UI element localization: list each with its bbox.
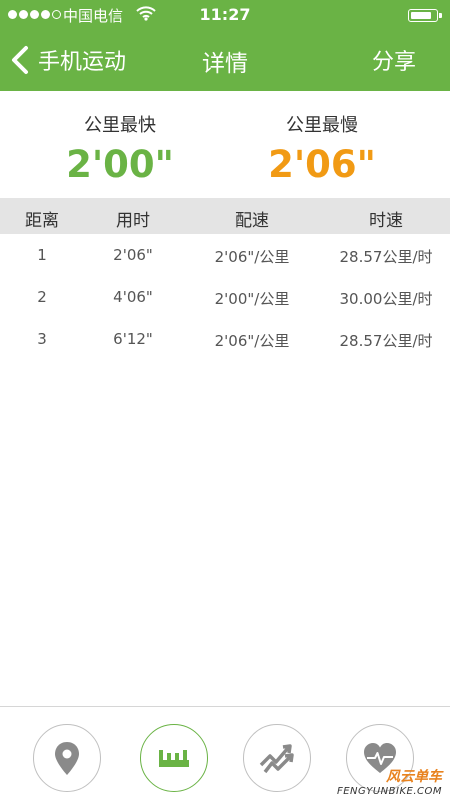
heart-rate-icon: [364, 743, 396, 773]
table-row: 1 2'06" 2'06"/公里 28.57公里/时: [0, 234, 450, 276]
slowest-km-label: 公里最慢: [286, 115, 358, 136]
trend-tab-button[interactable]: [243, 724, 311, 792]
cell-pace: 2'00"/公里: [214, 290, 290, 308]
back-label: 手机运动: [38, 50, 127, 75]
location-pin-icon: [55, 742, 79, 775]
heart-rate-tab-button[interactable]: [346, 724, 414, 792]
fastest-km-stat: 公里最快 2'00": [20, 111, 220, 186]
app-header: 中国电信 11:27 手机运动 详情 分享: [0, 0, 450, 91]
back-button[interactable]: 手机运动: [8, 40, 126, 80]
cell-speed: 28.57公里/时: [339, 332, 433, 350]
splits-tab-button[interactable]: [140, 724, 208, 792]
map-tab-button[interactable]: [33, 724, 101, 792]
table-row: 3 6'12" 2'06"/公里 28.57公里/时: [0, 318, 450, 360]
table-row: 2 4'06" 2'00"/公里 30.00公里/时: [0, 276, 450, 318]
fastest-km-label: 公里最快: [84, 115, 156, 136]
cell-speed: 30.00公里/时: [339, 290, 433, 308]
cell-pace: 2'06"/公里: [214, 248, 290, 266]
status-bar: 中国电信 11:27: [0, 0, 450, 30]
cell-speed: 28.57公里/时: [339, 248, 433, 266]
slowest-km-value: 2'06": [268, 143, 376, 186]
fastest-km-value: 2'00": [66, 143, 174, 186]
trend-chart-icon: [259, 744, 294, 774]
column-header-distance: 距离: [25, 211, 59, 231]
share-button[interactable]: 分享: [372, 44, 416, 76]
ruler-icon: [159, 750, 189, 767]
cell-pace: 2'06"/公里: [214, 332, 290, 350]
column-header-speed: 时速: [369, 211, 403, 231]
column-header-time: 用时: [116, 211, 150, 231]
cell-time: 6'12": [113, 330, 153, 348]
slowest-km-stat: 公里最慢 2'06": [222, 111, 422, 186]
status-time: 11:27: [199, 5, 251, 24]
chevron-left-icon: [12, 46, 28, 74]
cell-time: 2'06": [113, 246, 153, 264]
split-table-body: 1 2'06" 2'06"/公里 28.57公里/时 2 4'06" 2'00"…: [0, 234, 450, 360]
cell-time: 4'06": [113, 288, 153, 306]
column-header-pace: 配速: [235, 211, 269, 231]
cell-distance: 3: [37, 330, 47, 348]
cell-distance: 2: [37, 288, 47, 306]
battery-icon: [408, 9, 442, 22]
cell-distance: 1: [37, 246, 47, 264]
split-table-header: 距离 用时 配速 时速: [0, 198, 450, 234]
bottom-nav: 风云单车 FENGYUNBIKE.COM: [0, 706, 450, 800]
pace-summary: 公里最快 2'00" 公里最慢 2'06": [0, 91, 450, 198]
